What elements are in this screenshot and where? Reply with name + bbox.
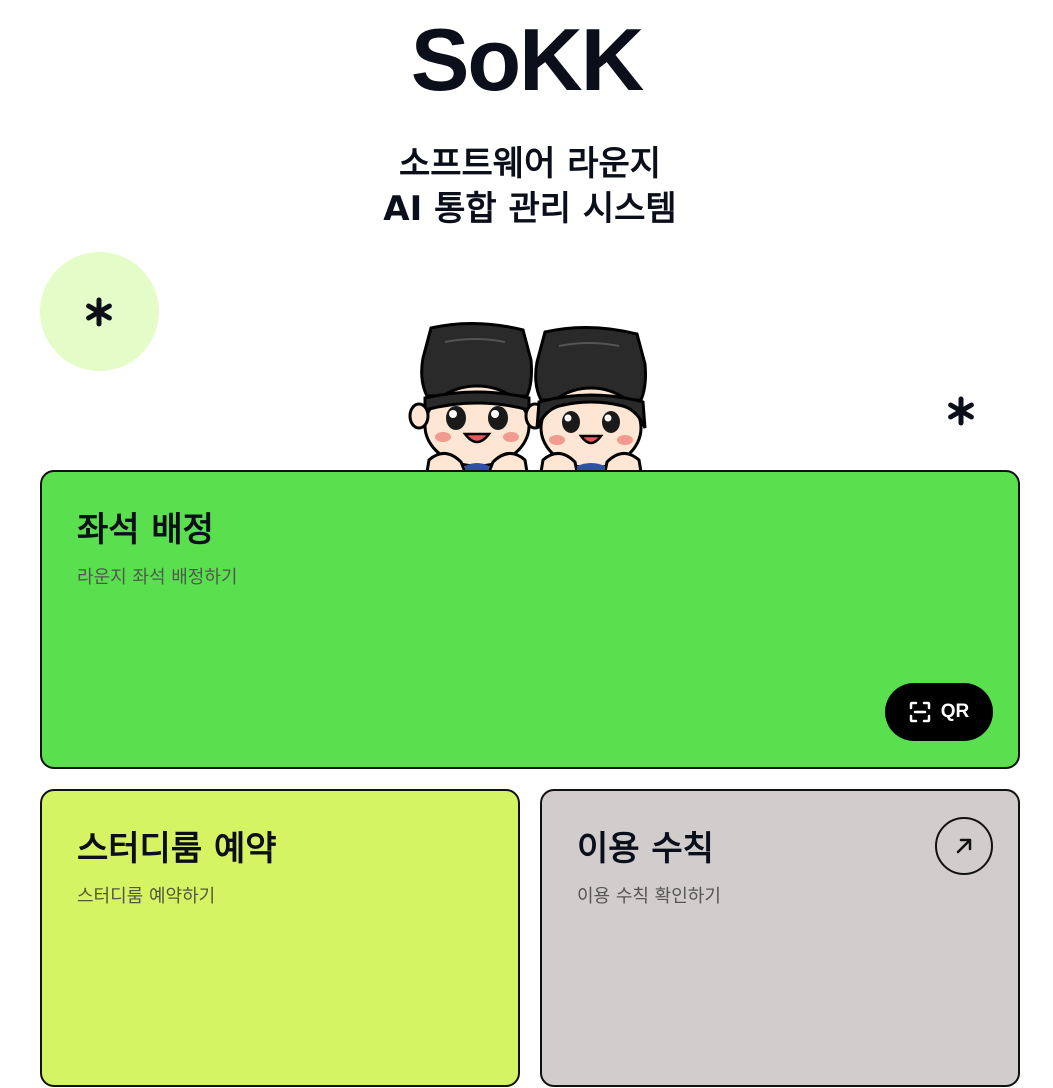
app-logo: SoKK (410, 10, 645, 109)
study-room-card[interactable]: 스터디룸 예약 스터디룸 예약하기 (40, 789, 520, 1087)
subtitle-line-2: AI 통합 관리 시스템 (383, 189, 677, 229)
usage-rules-card[interactable]: 이용 수칙 이용 수칙 확인하기 (540, 789, 1020, 1087)
subtitle-line-1: 소프트웨어 라운지 (398, 144, 662, 184)
seat-assignment-title: 좌석 배정 (77, 510, 214, 550)
study-room-title: 스터디룸 예약 (77, 829, 277, 869)
usage-rules-arrow-button[interactable] (935, 817, 993, 875)
qr-button[interactable]: QR (885, 683, 993, 741)
seat-assignment-card[interactable]: 좌석 배정 라운지 좌석 배정하기 QR (40, 470, 1020, 769)
study-room-description: 스터디룸 예약하기 (77, 886, 216, 907)
asterisk-icon (948, 396, 974, 426)
qr-button-label: QR (940, 701, 970, 722)
arrow-up-right-icon (956, 838, 972, 854)
mascot-illustration (408, 322, 647, 472)
qr-scan-icon (909, 701, 930, 723)
asterisk-icon (86, 297, 112, 327)
usage-rules-description: 이용 수칙 확인하기 (577, 886, 721, 907)
usage-rules-title: 이용 수칙 (577, 829, 714, 869)
page-subtitle: 소프트웨어 라운지 AI 통합 관리 시스템 (0, 142, 1053, 232)
seat-assignment-description: 라운지 좌석 배정하기 (77, 567, 238, 588)
